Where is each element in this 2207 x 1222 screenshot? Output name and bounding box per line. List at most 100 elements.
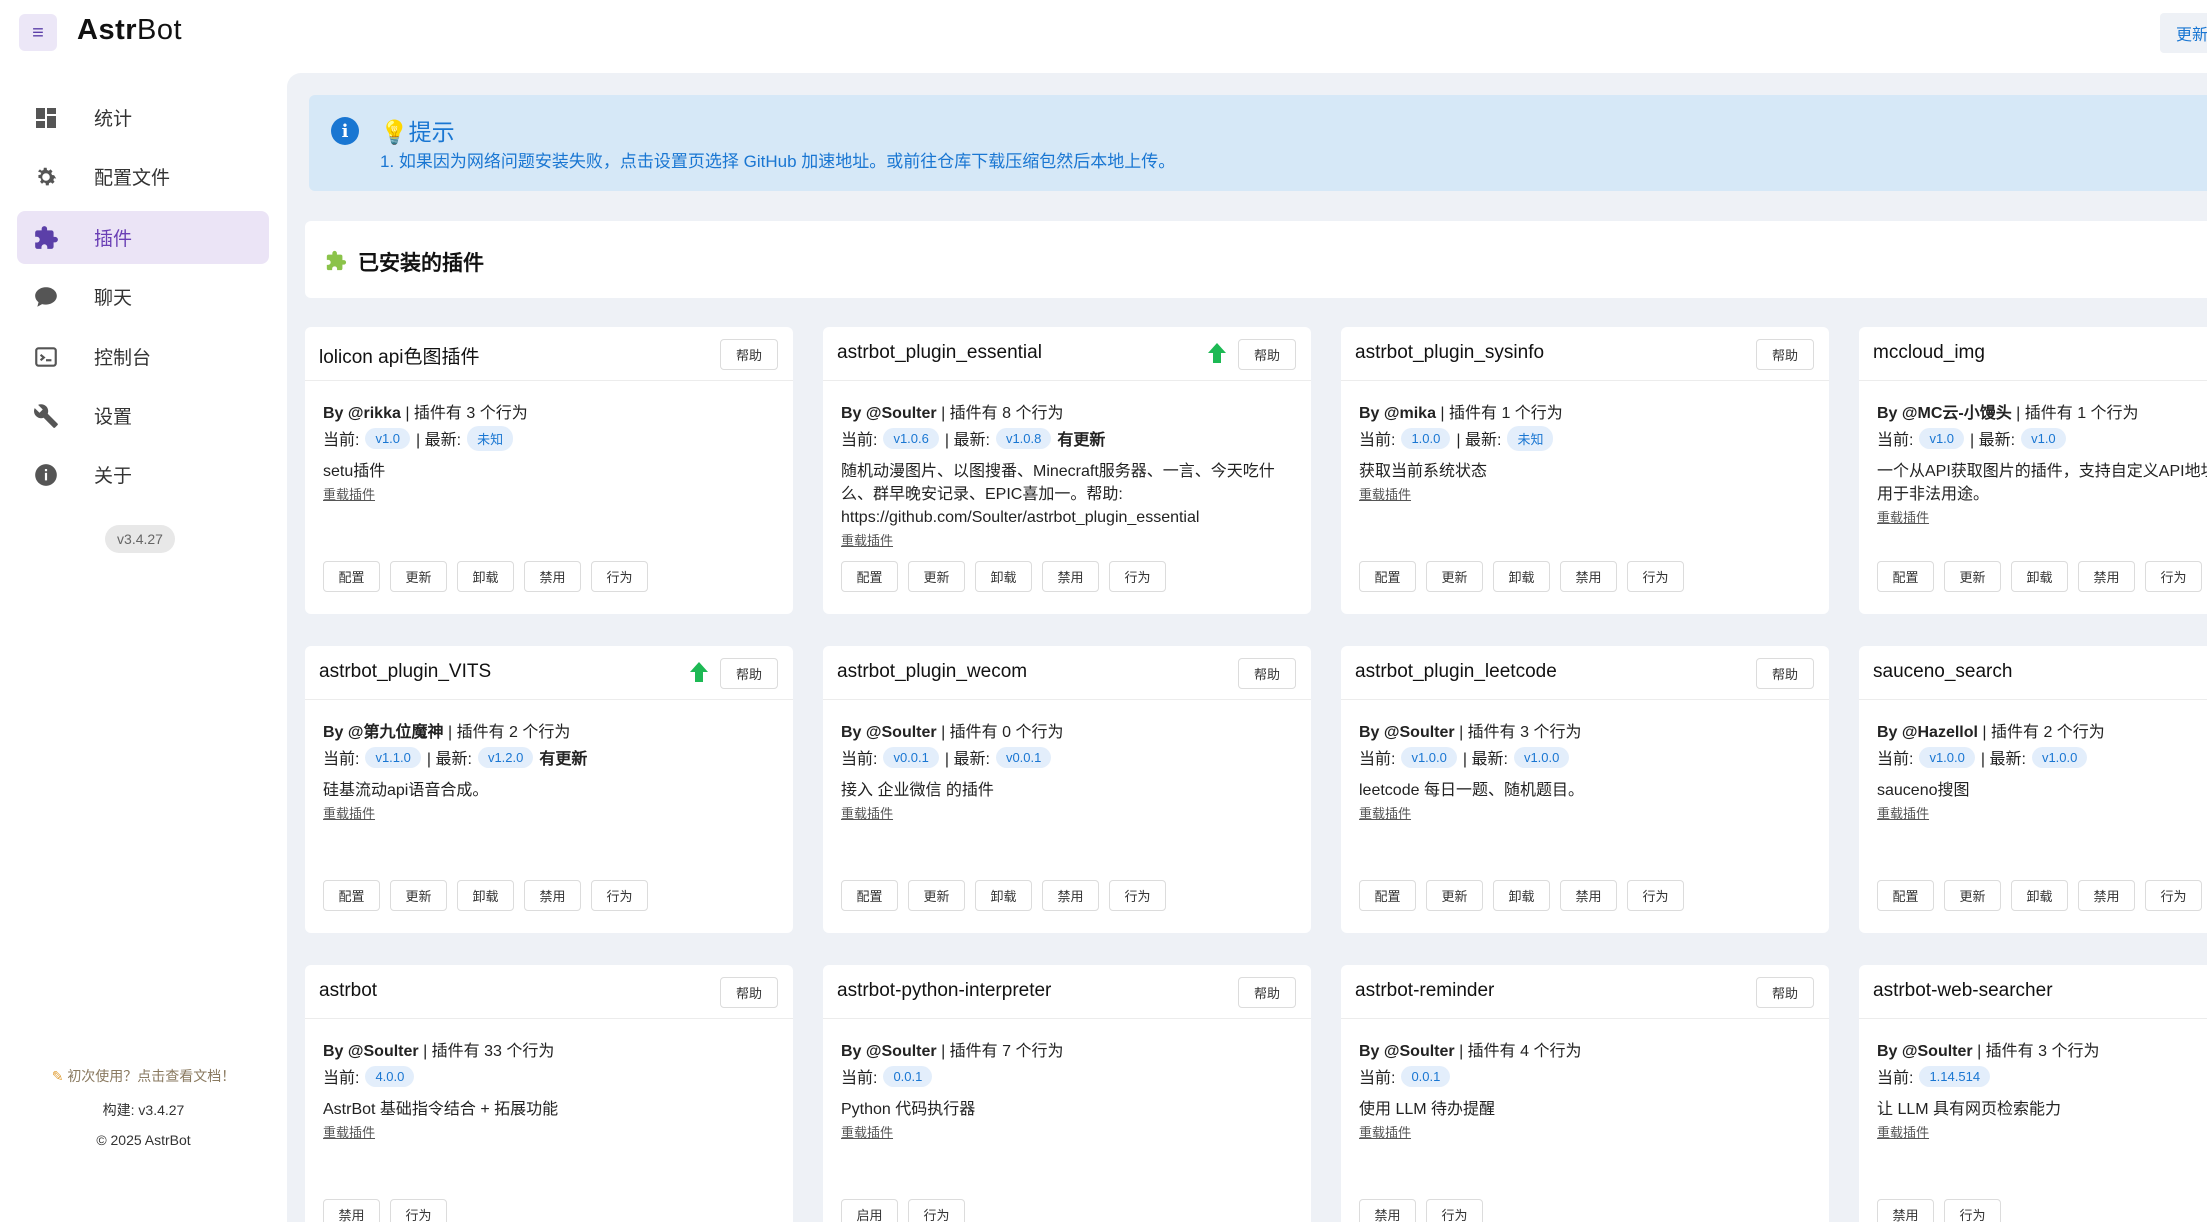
reload-plugin-link[interactable]: 重载插件 [1877, 803, 1929, 822]
disable-button[interactable]: 禁用 [1877, 1199, 1934, 1222]
plugin-card-header: astrbot_plugin_essential 帮助 [823, 327, 1311, 381]
reload-plugin-link[interactable]: 重载插件 [1359, 1122, 1411, 1141]
disable-button[interactable]: 禁用 [2078, 880, 2135, 911]
behaviors-button[interactable]: 行为 [908, 1199, 965, 1222]
update-button[interactable]: 更新 [2160, 13, 2207, 53]
sidebar-item-settings[interactable]: 设置 [17, 389, 269, 442]
config-button[interactable]: 配置 [323, 561, 380, 592]
update-plugin-button[interactable]: 更新 [1426, 880, 1483, 911]
behaviors-button[interactable]: 行为 [591, 561, 648, 592]
sidebar-item-about[interactable]: 关于 [17, 448, 269, 501]
disable-button[interactable]: 禁用 [2078, 561, 2135, 592]
reload-plugin-link[interactable]: 重载插件 [1359, 484, 1411, 503]
behaviors-button[interactable]: 行为 [1109, 880, 1166, 911]
docs-link[interactable]: ✎ 初次使用？点击查看文档！ [0, 1066, 287, 1086]
behavior-count: | 插件有 1 个行为 [2011, 405, 2139, 422]
current-label: 当前: [1877, 751, 1914, 768]
reload-plugin-link[interactable]: 重载插件 [841, 1122, 893, 1141]
help-button[interactable]: 帮助 [1238, 977, 1296, 1008]
behaviors-button[interactable]: 行为 [1426, 1199, 1483, 1222]
sidebar-item-label: 配置文件 [94, 168, 171, 189]
behaviors-button[interactable]: 行为 [2145, 880, 2202, 911]
reload-plugin-link[interactable]: 重载插件 [841, 803, 893, 822]
disable-button[interactable]: 禁用 [323, 1199, 380, 1222]
menu-toggle-button[interactable]: ≡ [19, 14, 57, 51]
config-button[interactable]: 配置 [1877, 561, 1934, 592]
behaviors-button[interactable]: 行为 [390, 1199, 447, 1222]
behaviors-button[interactable]: 行为 [1627, 880, 1684, 911]
reload-plugin-link[interactable]: 重载插件 [323, 484, 375, 503]
sidebar-item-stats[interactable]: 统计 [17, 91, 269, 144]
current-version-chip: 0.0.1 [883, 1065, 933, 1087]
alert-title: 💡提示 [380, 113, 455, 147]
help-button[interactable]: 帮助 [720, 658, 778, 689]
disable-button[interactable]: 禁用 [524, 880, 581, 911]
current-label: 当前: [841, 751, 878, 768]
config-button[interactable]: 配置 [323, 880, 380, 911]
behaviors-button[interactable]: 行为 [1109, 561, 1166, 592]
plugin-actions: 启用 行为 [841, 1199, 965, 1222]
hamburger-icon: ≡ [32, 21, 44, 44]
current-label: 当前: [1877, 432, 1914, 449]
plugin-name: astrbot_plugin_sysinfo [1355, 342, 1545, 363]
version-line: 当前: v1.0.0 | 最新: v1.0.0 [1877, 743, 2207, 771]
gear-icon [32, 163, 60, 191]
help-button[interactable]: 帮助 [1756, 977, 1814, 1008]
help-button[interactable]: 帮助 [720, 339, 778, 370]
help-button[interactable]: 帮助 [1756, 339, 1814, 370]
update-plugin-button[interactable]: 更新 [1426, 561, 1483, 592]
disable-button[interactable]: 禁用 [1359, 1199, 1416, 1222]
uninstall-button[interactable]: 卸载 [1493, 561, 1550, 592]
config-button[interactable]: 配置 [1877, 880, 1934, 911]
reload-plugin-link[interactable]: 重载插件 [1877, 1122, 1929, 1141]
plugin-card-header: astrbot-python-interpreter 帮助 [823, 965, 1311, 1019]
reload-plugin-link[interactable]: 重载插件 [1877, 507, 1929, 526]
update-plugin-button[interactable]: 更新 [1944, 880, 2001, 911]
update-plugin-button[interactable]: 更新 [390, 561, 447, 592]
author-name: By @mika [1359, 405, 1436, 422]
disable-button[interactable]: 禁用 [524, 561, 581, 592]
config-button[interactable]: 配置 [1359, 880, 1416, 911]
sidebar-item-plugins[interactable]: 插件 [17, 211, 269, 264]
uninstall-button[interactable]: 卸载 [2011, 561, 2068, 592]
reload-plugin-link[interactable]: 重载插件 [1359, 803, 1411, 822]
disable-button[interactable]: 禁用 [1042, 880, 1099, 911]
help-button[interactable]: 帮助 [1238, 658, 1296, 689]
behaviors-button[interactable]: 行为 [1944, 1199, 2001, 1222]
update-plugin-button[interactable]: 更新 [1944, 561, 2001, 592]
config-button[interactable]: 配置 [841, 561, 898, 592]
sidebar-item-config[interactable]: 配置文件 [17, 150, 269, 203]
behaviors-button[interactable]: 行为 [1627, 561, 1684, 592]
reload-plugin-link[interactable]: 重载插件 [323, 1122, 375, 1141]
help-button[interactable]: 帮助 [1756, 658, 1814, 689]
plugin-card: astrbot_plugin_VITS 帮助 By @第九位魔神 | 插件有 2 个… [305, 646, 793, 933]
config-button[interactable]: 配置 [841, 880, 898, 911]
chat-icon [32, 283, 60, 311]
update-plugin-button[interactable]: 更新 [908, 880, 965, 911]
disable-button[interactable]: 禁用 [1560, 561, 1617, 592]
uninstall-button[interactable]: 卸载 [457, 561, 514, 592]
behaviors-button[interactable]: 行为 [2145, 561, 2202, 592]
uninstall-button[interactable]: 卸载 [1493, 880, 1550, 911]
help-button[interactable]: 帮助 [720, 977, 778, 1008]
config-button[interactable]: 配置 [1359, 561, 1416, 592]
uninstall-button[interactable]: 卸载 [457, 880, 514, 911]
uninstall-button[interactable]: 卸载 [975, 880, 1032, 911]
uninstall-button[interactable]: 卸载 [975, 561, 1032, 592]
reload-plugin-link[interactable]: 重载插件 [323, 803, 375, 822]
behaviors-button[interactable]: 行为 [591, 880, 648, 911]
uninstall-button[interactable]: 卸载 [2011, 880, 2068, 911]
help-button[interactable]: 帮助 [1238, 339, 1296, 370]
plugin-name: astrbot [319, 980, 378, 1001]
sidebar-item-console[interactable]: 控制台 [17, 330, 269, 383]
disable-button[interactable]: 禁用 [1042, 561, 1099, 592]
reload-plugin-link[interactable]: 重载插件 [841, 530, 893, 549]
sidebar-item-chat[interactable]: 聊天 [17, 270, 269, 323]
plugin-card-body: By @Soulter | 插件有 7 个行为 当前: 0.0.1 Python 代… [841, 1037, 1301, 1142]
update-plugin-button[interactable]: 更新 [390, 880, 447, 911]
author-name: By @MC云-小馒头 [1877, 405, 2012, 422]
disable-button[interactable]: 禁用 [1560, 880, 1617, 911]
enable-button[interactable]: 启用 [841, 1199, 898, 1222]
update-plugin-button[interactable]: 更新 [908, 561, 965, 592]
sidebar-item-label: 统计 [94, 109, 133, 130]
